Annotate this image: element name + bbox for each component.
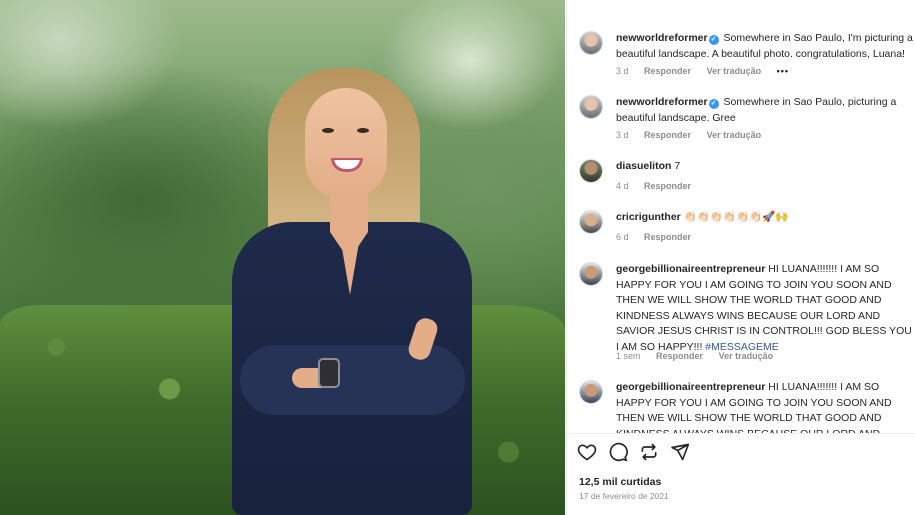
smartwatch (318, 358, 340, 388)
section-divider (567, 433, 915, 434)
comment-username[interactable]: cricrigunther (616, 211, 681, 223)
send-icon[interactable] (670, 442, 692, 464)
avatar[interactable] (579, 159, 603, 183)
comment-body: 👏🏻👏🏻👏🏻👏🏻👏🏻👏🏻🚀🙌 (683, 211, 789, 223)
person-crossed-arms (240, 345, 465, 415)
comment-username[interactable]: newworldreformer (616, 32, 708, 44)
avatar[interactable] (579, 262, 603, 286)
comment-icon[interactable] (608, 442, 630, 464)
comment-meta: 3 d Responder Ver tradução (616, 130, 774, 140)
reply-button[interactable]: Responder (644, 181, 691, 191)
verified-badge-icon: ✓ (708, 99, 719, 109)
comment-list[interactable]: newworldreformer ✓ Somewhere in Sao Paulo… (567, 0, 915, 433)
reply-button[interactable]: Responder (644, 232, 691, 242)
comment-time: 6 d (616, 232, 629, 242)
comment-text: newworldreformer ✓ Somewhere in Sao Paulo… (616, 95, 914, 126)
reply-button[interactable]: Responder (656, 351, 703, 361)
person-eye-left (322, 128, 334, 133)
comment-text: georgebillionaireentrepreneur HI LUANA!!… (616, 262, 914, 355)
comment-time: 1 sem (616, 351, 641, 361)
comment-text: diasueliton 7 (616, 159, 914, 175)
verified-badge-icon: ✓ (708, 35, 719, 45)
comment-username[interactable]: georgebillionaireentrepreneur (616, 381, 765, 393)
likes-count[interactable]: 12,5 mil curtidas (579, 476, 661, 488)
comment-meta: 1 sem Responder Ver tradução (616, 351, 786, 361)
comment-time: 4 d (616, 181, 629, 191)
comment-text: newworldreformer ✓ Somewhere in Sao Paulo… (616, 31, 914, 62)
repost-icon[interactable] (639, 442, 661, 464)
comment-meta: 4 d Responder (616, 181, 704, 191)
more-options-icon[interactable]: ••• (777, 66, 789, 76)
reply-button[interactable]: Responder (644, 130, 691, 140)
post-date: 17 de fevereiro de 2021 (579, 491, 669, 501)
heart-icon[interactable] (577, 442, 599, 464)
avatar[interactable] (579, 210, 603, 234)
reply-button[interactable]: Responder (644, 66, 691, 76)
translate-button[interactable]: Ver tradução (719, 351, 774, 361)
person-face (305, 88, 387, 198)
comments-panel: newworldreformer ✓ Somewhere in Sao Paulo… (566, 0, 915, 515)
comment-username[interactable]: georgebillionaireentrepreneur (616, 263, 765, 275)
comment-body: HI LUANA!!!!!!! I AM SO HAPPY FOR YOU I … (616, 263, 912, 353)
comment-text: georgebillionaireentrepreneur HI LUANA!!… (616, 380, 914, 433)
comment-username[interactable]: newworldreformer (616, 96, 708, 108)
avatar[interactable] (579, 31, 603, 55)
comment-username[interactable]: diasueliton (616, 160, 671, 172)
avatar[interactable] (579, 95, 603, 119)
post-photo (0, 0, 565, 515)
comment-body: 7 (674, 160, 681, 172)
comment-meta: 3 d Responder Ver tradução ••• (616, 66, 802, 76)
comment-meta: 6 d Responder (616, 232, 704, 242)
avatar[interactable] (579, 380, 603, 404)
translate-button[interactable]: Ver tradução (707, 66, 762, 76)
translate-button[interactable]: Ver tradução (707, 130, 762, 140)
comment-time: 3 d (616, 130, 629, 140)
comment-text: cricrigunther 👏🏻👏🏻👏🏻👏🏻👏🏻👏🏻🚀🙌 (616, 210, 914, 226)
comment-time: 3 d (616, 66, 629, 76)
person-smile (331, 158, 363, 172)
person-eye-right (357, 128, 369, 133)
